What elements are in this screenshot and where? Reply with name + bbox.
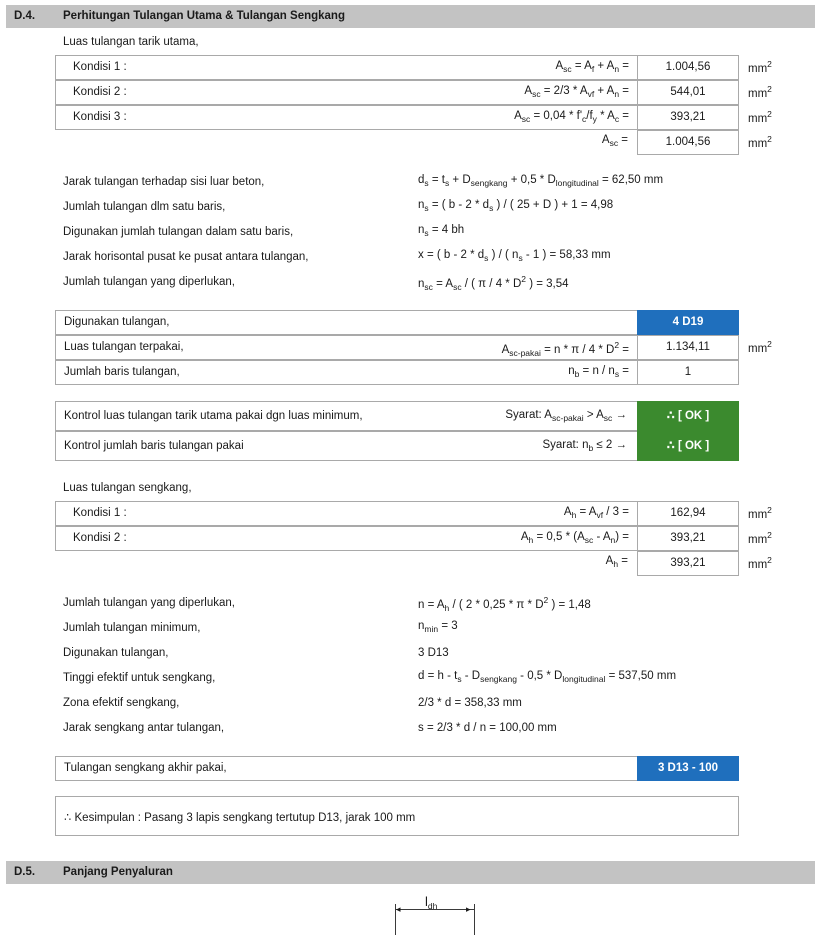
section-number: D.5. <box>14 866 36 878</box>
table-row: Tulangan sengkang akhir pakai, <box>55 756 638 781</box>
control-label: Kontrol luas tulangan tarik utama pakai … <box>64 410 363 422</box>
calc-value: ns = ( b - 2 * ds ) / ( 25 + D ) + 1 = 4… <box>418 199 614 213</box>
control-label: Kontrol jumlah baris tulangan pakai <box>64 440 244 452</box>
unit-label: mm2 <box>748 134 772 150</box>
used-bar-badge: 4 D19 <box>637 310 739 335</box>
value-cell: 1.134,11 <box>637 335 739 360</box>
calc-value: nsc = Asc / ( π / 4 * D2 ) = 3,54 <box>418 274 569 292</box>
row-label: Kondisi 2 : <box>73 86 127 98</box>
conclusion-box: ∴ Kesimpulan : Pasang 3 lapis sengkang t… <box>55 796 739 836</box>
unit-label: mm2 <box>748 555 772 571</box>
formula: Ah = Avf / 3 = <box>563 506 629 520</box>
arrow-left-icon: ◂ <box>396 904 401 914</box>
formula: Asc = Af + An = <box>555 60 629 74</box>
calc-value: n = Ah / ( 2 * 0,25 * π * D2 ) = 1,48 <box>418 595 591 613</box>
calc-value: 3 D13 <box>418 647 449 659</box>
calc-value: x = ( b - 2 * ds ) / ( ns - 1 ) = 58,33 … <box>418 249 611 263</box>
value-cell: 162,94 <box>637 501 739 526</box>
row-label: Kondisi 1 : <box>73 61 127 73</box>
calc-value: d = h - ts - Dsengkang - 0,5 * Dlongitud… <box>418 670 677 684</box>
section-number: D.4. <box>14 10 36 22</box>
ok-status-badge: ∴ [ OK ] <box>637 401 739 431</box>
unit-label: mm2 <box>748 339 772 355</box>
section-header-d5: D.5. Panjang Penyaluran <box>6 861 815 884</box>
section-title: Perhitungan Tulangan Utama & Tulangan Se… <box>63 10 345 22</box>
value-cell: 393,21 <box>637 526 739 551</box>
ok-status-badge: ∴ [ OK ] <box>637 431 739 461</box>
value-cell: 393,21 <box>637 105 739 130</box>
unit-label: mm2 <box>748 84 772 100</box>
calc-label: Jarak horisontal pusat ke pusat antara t… <box>63 251 309 263</box>
table-row: Luas tulangan terpakai, Asc-pakai = n * … <box>55 335 638 360</box>
row-label: Kondisi 2 : <box>73 532 127 544</box>
row-label: Tulangan sengkang akhir pakai, <box>64 762 227 774</box>
result-formula: Ah = <box>605 555 628 569</box>
unit-label: mm2 <box>748 505 772 521</box>
table-row: Digunakan tulangan, <box>55 310 638 335</box>
calc-label: Jumlah tulangan minimum, <box>63 622 201 634</box>
table-row: Kondisi 1 : Asc = Af + An = <box>55 55 638 80</box>
row-label: Luas tulangan terpakai, <box>64 341 184 353</box>
calc-label: Jumlah tulangan dlm satu baris, <box>63 201 226 213</box>
calc-label: Jumlah tulangan yang diperlukan, <box>63 597 235 609</box>
calc-label: Jarak sengkang antar tulangan, <box>63 722 225 734</box>
formula: Ah = 0,5 * (Asc - An) = <box>520 531 629 545</box>
control-row: Kontrol luas tulangan tarik utama pakai … <box>55 401 638 431</box>
row-label: Kondisi 1 : <box>73 507 127 519</box>
stirrup-area-heading: Luas tulangan sengkang, <box>63 482 192 494</box>
control-condition: Syarat: nb ≤ 2 → <box>542 439 627 453</box>
calc-label: Jarak tulangan terhadap sisi luar beton, <box>63 176 265 188</box>
row-label: Jumlah baris tulangan, <box>64 366 180 378</box>
calc-value: 2/3 * d = 358,33 mm <box>418 697 522 709</box>
calc-label: Digunakan jumlah tulangan dalam satu bar… <box>63 226 294 238</box>
table-row: Jumlah baris tulangan, nb = n / ns = <box>55 360 638 385</box>
unit-label: mm2 <box>748 530 772 546</box>
unit-label: mm2 <box>748 59 772 75</box>
dimension-line <box>395 909 475 910</box>
formula: nb = n / ns = <box>568 365 629 379</box>
formula: Asc-pakai = n * π / 4 * D2 = <box>501 340 629 358</box>
arrow-right-icon: ▸ <box>466 904 471 914</box>
value-cell: 1.004,56 <box>637 55 739 80</box>
table-row: Kondisi 2 : Ah = 0,5 * (Asc - An) = <box>55 526 638 551</box>
section-title: Panjang Penyaluran <box>63 866 173 878</box>
value-cell: 1 <box>637 360 739 385</box>
table-row: Kondisi 3 : Asc = 0,04 * f'c/fy * Ac = <box>55 105 638 130</box>
conclusion-text: ∴ Kesimpulan : Pasang 3 lapis sengkang t… <box>64 812 416 824</box>
final-stirrup-badge: 3 D13 - 100 <box>637 756 739 781</box>
section-header-d4: D.4. Perhitungan Tulangan Utama & Tulang… <box>6 5 815 28</box>
row-label: Digunakan tulangan, <box>64 316 170 328</box>
control-condition: Syarat: Asc-pakai > Asc → <box>505 409 627 423</box>
result-value-cell: 393,21 <box>637 551 739 576</box>
table-row: Kondisi 2 : Asc = 2/3 * Avf + An = <box>55 80 638 105</box>
calc-label: Tinggi efektif untuk sengkang, <box>63 672 216 684</box>
row-label: Kondisi 3 : <box>73 111 127 123</box>
calc-label: Jumlah tulangan yang diperlukan, <box>63 276 235 288</box>
calc-value: ds = ts + Dsengkang + 0,5 * Dlongitudina… <box>418 174 664 188</box>
calc-label: Zona efektif sengkang, <box>63 697 180 709</box>
calc-value: s = 2/3 * d / n = 100,00 mm <box>418 722 557 734</box>
formula: Asc = 0,04 * f'c/fy * Ac = <box>514 110 629 124</box>
result-formula: Asc = <box>601 134 628 148</box>
calc-value: ns = 4 bh <box>418 224 465 238</box>
dimension-tick-right <box>474 904 475 935</box>
calc-label: Digunakan tulangan, <box>63 647 169 659</box>
result-value-cell: 1.004,56 <box>637 130 739 155</box>
control-row: Kontrol jumlah baris tulangan pakai Syar… <box>55 431 638 461</box>
formula: Asc = 2/3 * Avf + An = <box>524 85 629 99</box>
main-area-heading: Luas tulangan tarik utama, <box>63 36 199 48</box>
table-row: Kondisi 1 : Ah = Avf / 3 = <box>55 501 638 526</box>
value-cell: 544,01 <box>637 80 739 105</box>
unit-label: mm2 <box>748 109 772 125</box>
calc-value: nmin = 3 <box>418 620 458 634</box>
